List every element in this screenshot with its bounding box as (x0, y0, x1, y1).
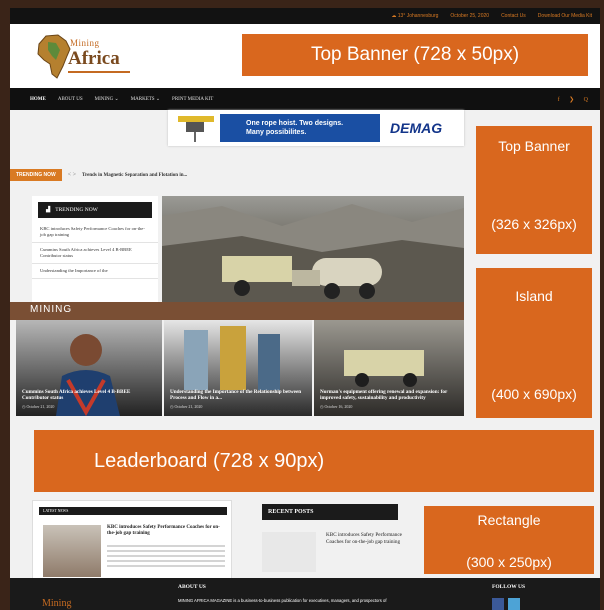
facebook-icon[interactable] (492, 598, 504, 610)
recent-posts-widget: RECENT POSTS KBC introduces Safety Perfo… (262, 504, 402, 588)
top-banner-728-placeholder[interactable]: Top Banner (728 x 50px) (242, 34, 588, 76)
site-logo[interactable]: Mining Africa (34, 34, 134, 80)
nav-print-media-kit[interactable]: PRINT MEDIA KIT (172, 97, 213, 102)
main-navigation: HOME ABOUT US MINING ⌄ MARKETS ⌄ PRINT M… (10, 88, 600, 110)
nav-mining[interactable]: MINING ⌄ (95, 96, 119, 102)
mining-truck-image (162, 204, 464, 304)
list-item[interactable]: Cummins South Africa achieves Level 4 B-… (32, 243, 158, 264)
logo-mining-text: Mining (70, 38, 100, 48)
logo-africa-text: Africa (68, 48, 120, 69)
news-card[interactable]: Cummins South Africa achieves Level 4 B-… (16, 320, 162, 416)
hero-image[interactable] (162, 196, 464, 304)
nav-home[interactable]: HOME (30, 97, 46, 102)
contact-link[interactable]: Contact Us (501, 13, 526, 19)
footer-about-title: ABOUT US (178, 584, 206, 590)
logo-underline (68, 71, 130, 73)
twitter-icon[interactable] (508, 598, 520, 610)
top-banner-326-placeholder[interactable]: Top Banner (326 x 326px) (476, 126, 592, 254)
footer-follow-title: FOLLOW US (492, 584, 526, 590)
demag-ad-slogan: One rope hoist. Two designs. Many possib… (220, 114, 380, 142)
news-card[interactable]: Understanding the Importance of the Rela… (164, 320, 312, 416)
list-item[interactable]: KBC introduces Safety Performance Coache… (32, 222, 158, 243)
trending-bar: TRENDING NOW < > Trends in Magnetic Sepa… (10, 168, 310, 182)
card-meta: ◷ October 21, 2020 (170, 403, 203, 409)
nav-about-us[interactable]: ABOUT US (58, 97, 83, 102)
demag-brand: DEMAG (390, 120, 443, 136)
section-label: MINING (30, 304, 73, 315)
card-caption: Understanding the Importance of the Rela… (170, 389, 306, 410)
nav-markets[interactable]: MARKETS ⌄ (131, 96, 160, 102)
date-label: October 25, 2020 (450, 13, 490, 19)
media-kit-link[interactable]: Download Our Media Kit (538, 13, 592, 19)
footer-about-text: MINING AFRICA MAGAZINE is a business-to-… (178, 598, 387, 603)
news-card[interactable]: Norman's equipment offering renewal and … (314, 320, 464, 416)
trending-headline[interactable]: Trends in Magnetic Separation and Flotat… (82, 173, 187, 178)
card-meta: ◷ October 16, 2020 (320, 403, 353, 409)
trending-arrows[interactable]: < > (68, 172, 76, 178)
rectangle-placeholder[interactable]: Rectangle (300 x 250px) (424, 506, 594, 574)
island-placeholder[interactable]: Island (400 x 690px) (476, 268, 592, 418)
site-footer: Mining ABOUT US MINING AFRICA MAGAZINE i… (10, 578, 600, 610)
demag-advert[interactable]: One rope hoist. Two designs. Many possib… (168, 110, 464, 146)
recent-posts-header: RECENT POSTS (262, 504, 398, 520)
card-meta: ◷ October 21, 2020 (22, 403, 55, 409)
africa-map-icon (37, 34, 71, 79)
preview-title[interactable]: KBC introduces Safety Performance Coache… (107, 525, 225, 537)
latest-news-preview[interactable]: LATEST NEWS KBC introduces Safety Perfor… (32, 500, 232, 586)
leaderboard-placeholder[interactable]: Leaderboard (728 x 90px) (34, 430, 594, 492)
page-frame: ☁ 13° Johannesburg October 25, 2020 Cont… (10, 8, 600, 610)
hoist-icon (178, 116, 214, 142)
top-utility-bar: ☁ 13° Johannesburg October 25, 2020 Cont… (10, 8, 600, 24)
social-icons[interactable]: f ❯ Q (558, 96, 592, 103)
card-caption: Cummins South Africa achieves Level 4 B-… (22, 389, 156, 410)
weather-info: ☁ 13° Johannesburg (391, 13, 439, 19)
trending-tag: TRENDING NOW (10, 169, 62, 181)
list-item[interactable]: Understanding the Importance of the (32, 264, 158, 279)
preview-image (43, 525, 101, 577)
preview-text-lines (107, 545, 225, 570)
recent-post-title[interactable]: KBC introduces Safety Performance Coache… (326, 532, 402, 546)
preview-header: LATEST NEWS (39, 507, 227, 515)
trending-now-widget: ▟ TRENDING NOW KBC introduces Safety Per… (32, 196, 158, 304)
site-header: Mining Africa Top Banner (728 x 50px) (10, 24, 600, 88)
recent-post-thumbnail[interactable] (262, 532, 316, 572)
mining-section-strip: MINING (10, 302, 464, 320)
trending-widget-header: ▟ TRENDING NOW (38, 202, 152, 218)
footer-logo[interactable]: Mining (42, 598, 71, 609)
card-caption: Norman's equipment offering renewal and … (320, 389, 458, 410)
chart-icon: ▟ (46, 207, 51, 213)
